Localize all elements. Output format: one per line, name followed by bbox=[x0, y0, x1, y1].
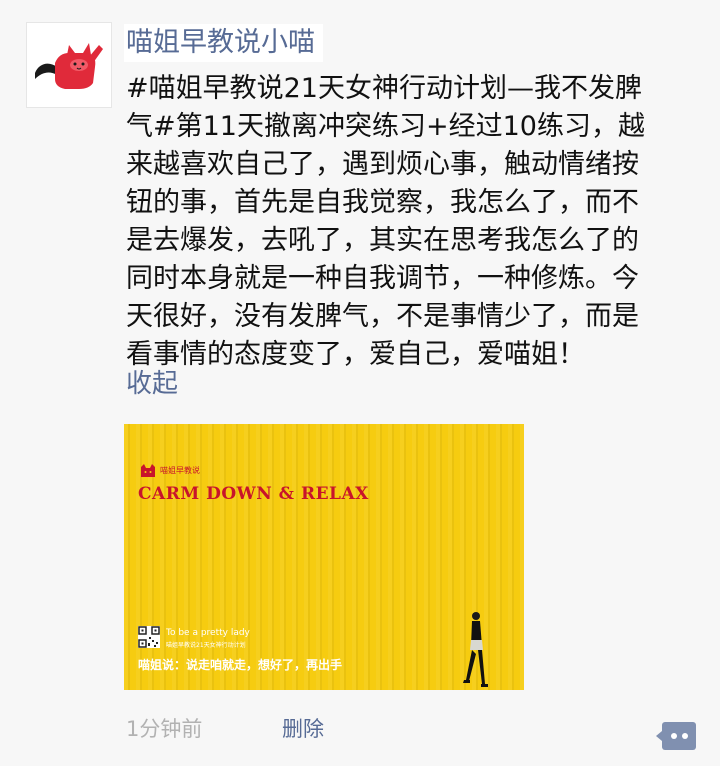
avatar[interactable] bbox=[26, 22, 112, 108]
collapse-link[interactable]: 收起 bbox=[126, 366, 178, 402]
post-text-line: #喵姐早教说21天女神行动计划—我不发脾 bbox=[126, 73, 642, 104]
post-timestamp: 1分钟前 bbox=[126, 717, 203, 741]
author-name[interactable]: 喵姐早教说小喵 bbox=[124, 24, 323, 62]
moments-post: 喵姐早教说小喵 #喵姐早教说21天女神行动计划—我不发脾 气#第11天撤离冲突练… bbox=[0, 0, 720, 766]
comment-dots-icon bbox=[656, 722, 696, 750]
walking-woman-figure bbox=[462, 610, 492, 690]
post-text-line: 是去爆发，去吼了，其实在思考我怎么了的 bbox=[126, 225, 639, 256]
post-text-line: 同时本身就是一种自我调节，一种修炼。今 bbox=[126, 263, 639, 294]
photo-tagline: To be a pretty lady bbox=[166, 628, 250, 638]
post-text-line: 钮的事，首先是自我觉察，我怎么了，而不 bbox=[126, 187, 639, 218]
photo-tagline-sub: 喵姐早教说21天女神行动计划 bbox=[166, 642, 246, 649]
delete-link[interactable]: 删除 bbox=[282, 714, 324, 744]
photo-caption: 喵姐说：说走咱就走，想好了，再出手 bbox=[138, 658, 343, 672]
post-text-line: 气#第11天撤离冲突练习+经过10练习，越 bbox=[126, 111, 645, 142]
post-text: #喵姐早教说21天女神行动计划—我不发脾 气#第11天撤离冲突练习+经过10练习… bbox=[126, 70, 706, 374]
qr-code-icon bbox=[138, 626, 160, 648]
post-photo[interactable]: 喵姐早教说 CARM DOWN & RELAX To be a pretty l… bbox=[124, 424, 524, 690]
cat-avatar-icon bbox=[35, 43, 103, 89]
brand-text: 喵姐早教说 bbox=[160, 466, 200, 475]
photo-headline: CARM DOWN & RELAX bbox=[138, 484, 369, 504]
comment-button[interactable] bbox=[656, 722, 696, 750]
post-text-line: 来越喜欢自己了，遇到烦心事，触动情绪按 bbox=[126, 149, 639, 180]
post-text-line: 天很好，没有发脾气，不是事情少了，而是 bbox=[126, 301, 639, 332]
post-text-line: 看事情的态度变了，爱自己，爱喵姐！ bbox=[126, 339, 585, 370]
photo-brand: 喵姐早教说 bbox=[140, 464, 200, 477]
brand-cat-icon bbox=[141, 464, 155, 477]
